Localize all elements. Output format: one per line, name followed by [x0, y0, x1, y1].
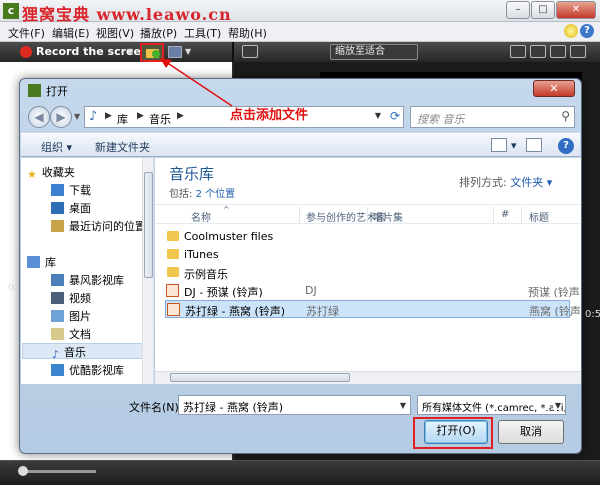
- annotation-arrow: [160, 58, 233, 107]
- annotation-arrow-head: [160, 58, 172, 68]
- annotation-arrow-line: [165, 61, 233, 107]
- annotation-text: 点击添加文件: [230, 108, 309, 123]
